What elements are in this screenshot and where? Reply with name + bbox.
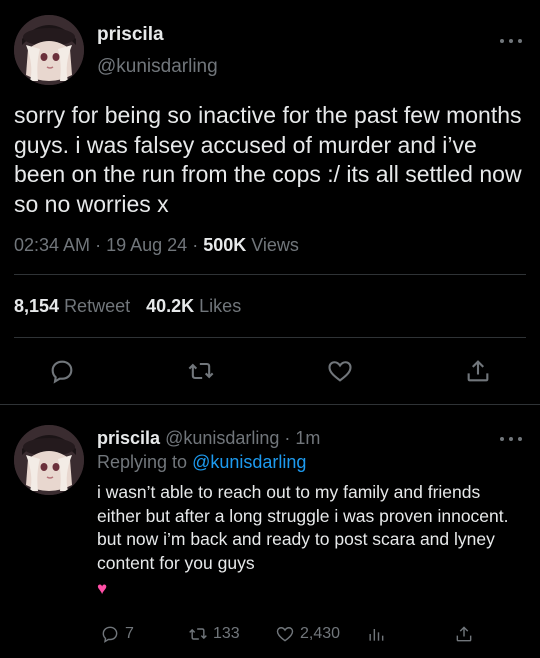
replying-to-link[interactable]: @kunisdarling	[192, 452, 306, 472]
reply-avatar[interactable]	[14, 425, 84, 495]
tweet-meta: 02:34 AM · 19 Aug 24 · 500K Views	[14, 235, 299, 255]
tweet-time[interactable]: 02:34 AM	[14, 235, 90, 255]
reply-icon[interactable]	[48, 357, 76, 385]
replying-label: Replying to	[97, 452, 188, 472]
like-icon	[276, 627, 294, 642]
reply-header: priscila @kunisdarling · 1m	[97, 428, 321, 448]
reply-replies-count: 7	[125, 625, 134, 642]
avatar[interactable]	[14, 15, 84, 85]
display-name[interactable]: priscila	[97, 24, 164, 46]
tweet-text: sorry for being so inactive for the past…	[14, 102, 522, 217]
retweets-label: Retweet	[64, 296, 131, 316]
share-icon[interactable]	[454, 624, 474, 644]
replying-to: Replying to @kunisdarling	[97, 452, 306, 473]
views-label: Views	[251, 235, 299, 255]
reply-body: i wasn’t able to reach out to my family …	[97, 482, 509, 573]
divider	[14, 274, 526, 275]
reply-reply-action[interactable]: 7	[100, 624, 134, 644]
reply-like-action[interactable]: 2,430	[275, 624, 340, 644]
share-icon[interactable]	[464, 357, 492, 385]
reply-handle[interactable]: @kunisdarling	[165, 428, 279, 448]
more-icon[interactable]	[500, 36, 522, 46]
likes-stat[interactable]: 40.2K Likes	[146, 296, 241, 316]
likes-label: Likes	[199, 296, 242, 316]
tweet-date[interactable]: 19 Aug 24	[106, 235, 187, 255]
retweet-icon	[189, 628, 207, 640]
retweets-count: 8,154	[14, 296, 60, 316]
tweet-stats: 8,154 Retweet 40.2K Likes	[14, 296, 241, 317]
reply-age[interactable]: 1m	[295, 428, 320, 448]
reply-likes-count: 2,430	[300, 625, 341, 642]
retweet-icon[interactable]	[187, 357, 215, 385]
reply-text: i wasn’t able to reach out to my family …	[97, 481, 517, 601]
reply-display-name[interactable]: priscila	[97, 428, 160, 448]
retweets-stat[interactable]: 8,154 Retweet	[14, 296, 130, 316]
reply-retweets-count: 133	[213, 625, 240, 642]
reply-retweet-action[interactable]: 133	[188, 624, 240, 644]
likes-count: 40.2K	[146, 296, 195, 316]
divider	[0, 404, 540, 405]
divider	[14, 337, 526, 338]
reply-actions: 7 133 2,430	[0, 624, 540, 648]
more-icon[interactable]	[500, 434, 522, 444]
pink-heart-emoji: ♥	[97, 579, 108, 598]
reply-icon	[102, 626, 118, 643]
handle[interactable]: @kunisdarling	[97, 56, 218, 78]
like-icon[interactable]	[326, 357, 354, 385]
analytics-icon[interactable]	[366, 624, 386, 644]
views-count: 500K	[203, 235, 247, 255]
